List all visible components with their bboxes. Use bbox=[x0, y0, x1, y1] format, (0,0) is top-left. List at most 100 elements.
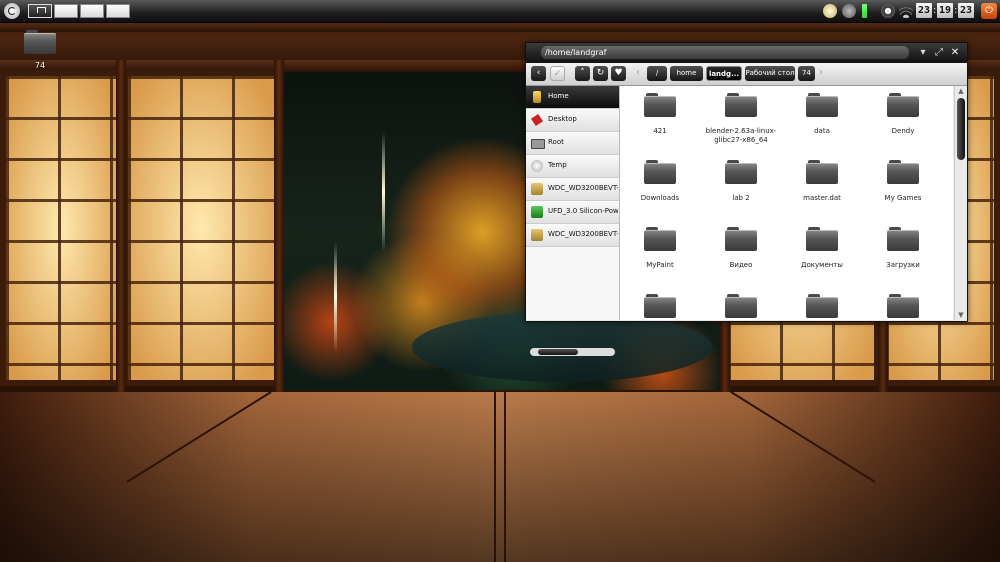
file-item-name: Документы bbox=[801, 261, 843, 269]
file-item[interactable]: MyPaint bbox=[620, 227, 700, 270]
favorites-button[interactable]: ♥ bbox=[611, 66, 626, 81]
folder-icon bbox=[725, 294, 757, 318]
breadcrumb-desktop[interactable]: Рабочий стол bbox=[745, 66, 795, 81]
show-desktop-button[interactable] bbox=[28, 4, 52, 18]
file-item[interactable] bbox=[620, 294, 700, 320]
sidebar-item-label: Root bbox=[548, 138, 564, 146]
folder-icon bbox=[725, 93, 757, 117]
file-item[interactable]: data bbox=[782, 93, 862, 136]
scrollbar-thumb[interactable] bbox=[957, 98, 965, 160]
sidebar-item-temp[interactable]: Temp bbox=[526, 155, 619, 178]
usb-icon bbox=[531, 206, 543, 218]
forward-button[interactable]: ✓ bbox=[550, 66, 565, 81]
wallpaper-light-beam bbox=[382, 132, 385, 252]
close-icon[interactable]: ✕ bbox=[949, 47, 961, 59]
file-item[interactable]: My Games bbox=[863, 160, 943, 203]
file-item[interactable]: lab 2 bbox=[701, 160, 781, 203]
sidebar-item-desktop[interactable]: Desktop bbox=[526, 109, 619, 132]
wallpaper-floor-seam bbox=[504, 392, 506, 562]
breadcrumb-root[interactable]: / bbox=[647, 66, 667, 81]
folder-icon bbox=[725, 160, 757, 184]
sidebar-item-home[interactable]: Home bbox=[526, 86, 619, 109]
sidebar-item-label: Desktop bbox=[548, 115, 577, 123]
file-item[interactable]: Документы bbox=[782, 227, 862, 270]
file-item-name: MyPaint bbox=[646, 261, 674, 269]
scrollbar-thumb[interactable] bbox=[538, 349, 578, 355]
file-item[interactable]: master.dat bbox=[782, 160, 862, 203]
file-manager-window: /home/landgraf ▾ ⤢ ✕ ‹ ✓ ˄ ↻ ♥ ‹ / home … bbox=[525, 42, 968, 356]
file-item[interactable] bbox=[782, 294, 862, 320]
sidebar-item-usb[interactable]: UFD_3.0 Silicon-Power8 bbox=[526, 201, 619, 224]
scroll-down-icon[interactable]: ▼ bbox=[956, 311, 966, 319]
workspace-button-4[interactable] bbox=[106, 4, 130, 18]
file-item[interactable] bbox=[701, 294, 781, 320]
file-item-name: lab 2 bbox=[732, 194, 750, 202]
file-item[interactable]: Видео bbox=[701, 227, 781, 270]
app-menu-button[interactable] bbox=[4, 3, 20, 19]
folder-icon bbox=[644, 93, 676, 117]
file-item-name: 421 bbox=[653, 127, 667, 135]
breadcrumb-scroll-left[interactable]: ‹ bbox=[636, 67, 640, 78]
maximize-icon[interactable]: ⤢ bbox=[933, 47, 945, 59]
wifi-icon[interactable] bbox=[899, 4, 913, 18]
wallpaper-post bbox=[116, 60, 126, 394]
wallpaper-pond bbox=[412, 312, 712, 382]
folder-icon bbox=[887, 93, 919, 117]
dropdown-icon[interactable]: ▾ bbox=[917, 47, 929, 59]
file-item-name: data bbox=[814, 127, 830, 135]
volume-icon[interactable] bbox=[881, 4, 895, 18]
desktop-icon bbox=[531, 114, 543, 126]
sidebar-item-disk-1[interactable]: WDC_WD3200BEVT-80A bbox=[526, 178, 619, 201]
temp-icon bbox=[531, 160, 543, 172]
folder-icon bbox=[806, 227, 838, 251]
file-item[interactable]: Downloads bbox=[620, 160, 700, 203]
location-field[interactable]: /home/landgraf bbox=[541, 46, 909, 59]
folder-icon bbox=[24, 30, 56, 54]
disk-icon bbox=[531, 229, 543, 241]
folder-icon bbox=[725, 227, 757, 251]
folder-icon bbox=[644, 160, 676, 184]
refresh-button[interactable]: ↻ bbox=[593, 66, 608, 81]
root-icon bbox=[531, 139, 545, 149]
lightbulb-icon[interactable] bbox=[823, 4, 837, 18]
sidebar-item-label: WDC_WD3200BEVT-80A bbox=[548, 184, 618, 192]
workspace-button-2[interactable] bbox=[54, 4, 78, 18]
window-titlebar[interactable]: /home/landgraf ▾ ⤢ ✕ bbox=[526, 43, 967, 63]
desktop-folder-74[interactable]: 74 bbox=[22, 30, 58, 70]
folder-icon bbox=[644, 227, 676, 251]
network-icon[interactable] bbox=[842, 4, 856, 18]
sidebar-item-label: WDC_WD3200BEVT-80A bbox=[548, 230, 618, 238]
scroll-up-icon[interactable]: ▲ bbox=[956, 87, 966, 95]
vertical-scrollbar[interactable]: ▲ ▼ bbox=[954, 86, 967, 320]
folder-icon bbox=[806, 160, 838, 184]
folder-icon bbox=[887, 294, 919, 318]
breadcrumb-74[interactable]: 74 bbox=[798, 66, 815, 81]
breadcrumb-scroll-right[interactable]: › bbox=[819, 67, 823, 78]
back-button[interactable]: ‹ bbox=[531, 66, 546, 81]
top-panel: 23 : 19 : 23 ⏻ bbox=[0, 0, 1000, 23]
sidebar-item-label: UFD_3.0 Silicon-Power8 bbox=[548, 207, 618, 215]
wallpaper-floor bbox=[0, 392, 1000, 562]
file-item[interactable]: Dendy bbox=[863, 93, 943, 136]
sidebar-item-root[interactable]: Root bbox=[526, 132, 619, 155]
sidebar-item-disk-2[interactable]: WDC_WD3200BEVT-80A bbox=[526, 224, 619, 247]
breadcrumb-landgraf[interactable]: landg... bbox=[706, 66, 742, 81]
folder-icon bbox=[644, 294, 676, 318]
clock-separator: : bbox=[954, 5, 958, 16]
clock[interactable]: 23 : 19 : 23 bbox=[916, 3, 974, 18]
file-item[interactable]: 421 bbox=[620, 93, 700, 136]
file-item[interactable] bbox=[863, 294, 943, 320]
file-item[interactable]: Загрузки bbox=[863, 227, 943, 270]
folder-icon bbox=[887, 160, 919, 184]
file-grid: 421 blender-2.63a-linux-glibc27-x86_64 dat… bbox=[620, 86, 953, 320]
power-icon[interactable]: ⏻ bbox=[981, 3, 997, 19]
battery-icon[interactable] bbox=[862, 4, 867, 18]
wallpaper-light-beam bbox=[334, 242, 337, 352]
workspace-button-3[interactable] bbox=[80, 4, 104, 18]
file-item-name: Видео bbox=[729, 261, 753, 269]
up-button[interactable]: ˄ bbox=[575, 66, 590, 81]
file-item[interactable]: blender-2.63a-linux-glibc27-x86_64 bbox=[701, 93, 781, 145]
sidebar-horizontal-scrollbar[interactable] bbox=[530, 348, 615, 356]
breadcrumb-home[interactable]: home bbox=[670, 66, 703, 81]
file-item-name: Загрузки bbox=[886, 261, 920, 269]
